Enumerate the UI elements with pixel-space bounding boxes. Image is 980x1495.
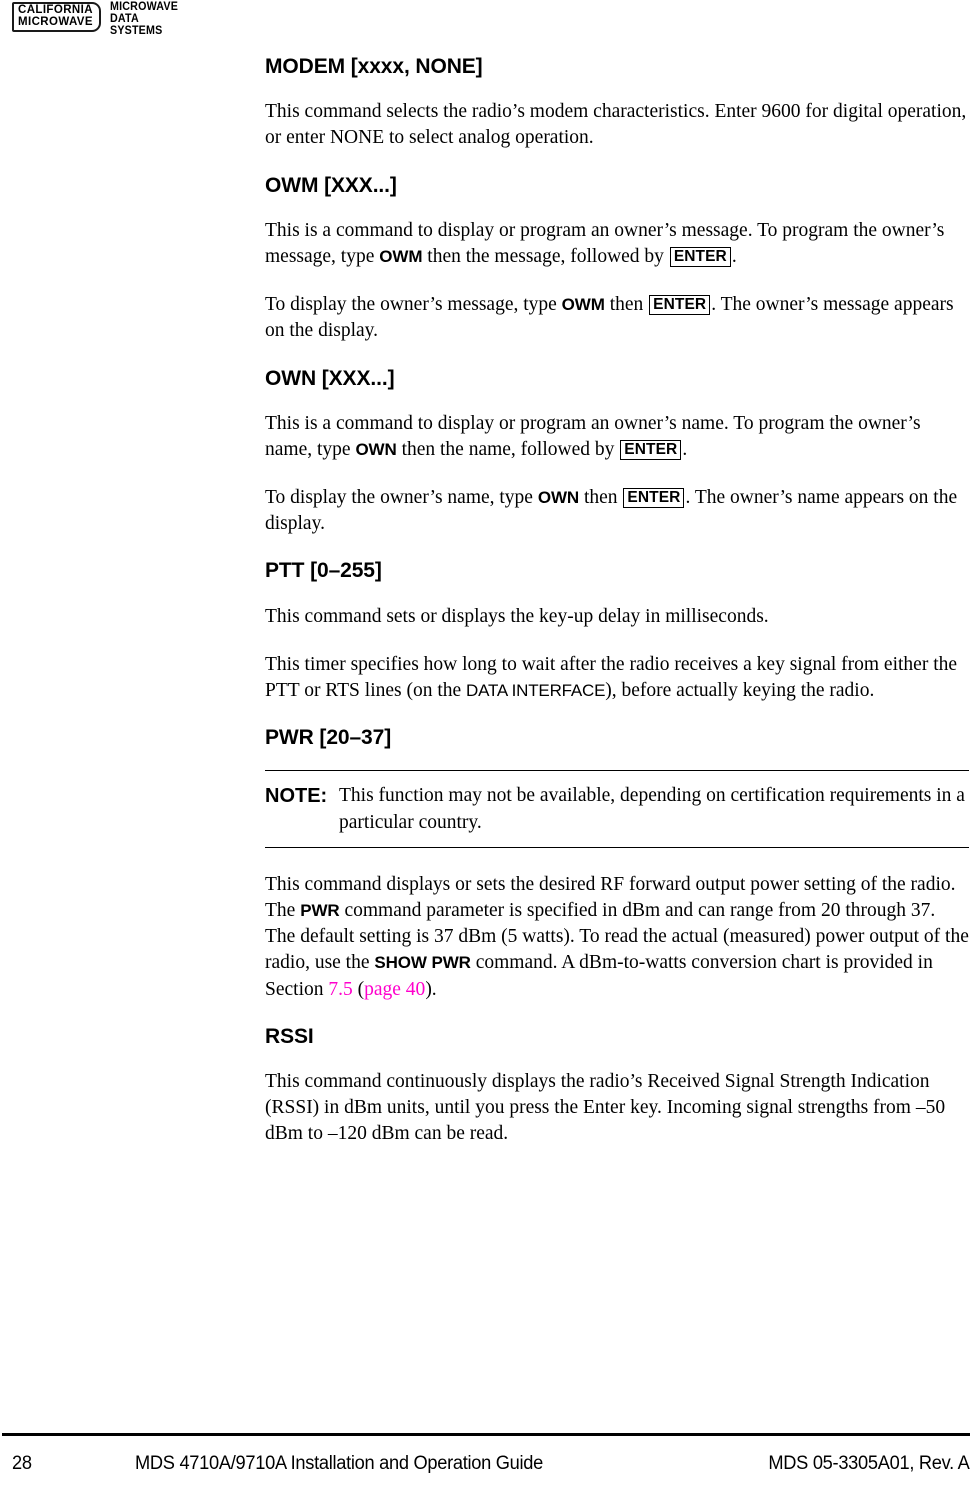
logo-box-line-2: MICROWAVE bbox=[18, 15, 93, 28]
paragraph-owm-1: This is a command to display or program … bbox=[265, 218, 969, 270]
footer-document-title: MDS 4710A/9710A Installation and Operati… bbox=[135, 1453, 544, 1474]
paragraph-owm-2: To display the owner’s message, type OWM… bbox=[265, 292, 969, 344]
command-show-pwr: SHOW PWR bbox=[374, 953, 471, 973]
section-heading-rssi: RSSI bbox=[265, 1024, 314, 1048]
keycap-enter: ENTER bbox=[669, 246, 731, 268]
page-header: CALIFORNIA MICROWAVE MICROWAVE DATA SYST… bbox=[0, 0, 980, 40]
keycap-enter: ENTER bbox=[620, 439, 682, 461]
note-rule-bottom bbox=[265, 846, 969, 848]
command-own: OWN bbox=[537, 488, 580, 508]
paragraph-pwr-1: This command displays or sets the desire… bbox=[265, 872, 969, 1003]
microwave-data-systems-wordmark: MICROWAVE DATA SYSTEMS bbox=[109, 1, 183, 38]
command-pwr: PWR bbox=[300, 900, 340, 920]
footer-row: 28 MDS 4710A/9710A Installation and Oper… bbox=[0, 1453, 980, 1483]
text-run: . bbox=[682, 438, 688, 460]
california-microwave-logo-box: CALIFORNIA MICROWAVE bbox=[12, 2, 101, 33]
section-heading-ptt: PTT [0–255] bbox=[265, 559, 382, 583]
section-heading-pwr: PWR [20–37] bbox=[265, 726, 392, 750]
logo-word-line-3: SYSTEMS bbox=[109, 24, 163, 37]
label-data-interface: DATA INTERFACE bbox=[466, 681, 606, 700]
paragraph-rssi-1: This command continuously displays the r… bbox=[265, 1069, 969, 1148]
section-heading-owm: OWM [XXX...] bbox=[265, 173, 397, 197]
text-run: then bbox=[579, 487, 623, 509]
paragraph-ptt-2: This timer specifies how long to wait af… bbox=[265, 652, 969, 704]
page-footer: 28 MDS 4710A/9710A Installation and Oper… bbox=[0, 1423, 980, 1495]
keycap-enter: ENTER bbox=[623, 488, 685, 509]
text-run: ). bbox=[425, 978, 437, 1000]
section-heading-modem: MODEM [xxxx, NONE] bbox=[265, 55, 483, 78]
command-owm: OWM bbox=[561, 295, 605, 315]
text-run: ( bbox=[352, 978, 365, 1000]
text-run: To display the owner’s name, type bbox=[265, 487, 538, 509]
footer-page-number: 28 bbox=[12, 1453, 32, 1474]
company-logo: CALIFORNIA MICROWAVE MICROWAVE DATA SYST… bbox=[12, 1, 183, 38]
note-body: NOTE: This function may not be available… bbox=[265, 771, 969, 846]
paragraph-ptt-1: This command sets or displays the key-up… bbox=[265, 604, 969, 630]
cross-reference-page-40[interactable]: page 40 bbox=[364, 979, 425, 1000]
text-run: This command selects the radio’s modem c… bbox=[265, 101, 967, 149]
text-run: ), before actually keying the radio. bbox=[605, 680, 875, 701]
keycap-enter: ENTER bbox=[649, 295, 711, 316]
command-owm: OWM bbox=[379, 246, 423, 266]
text-run: then the name, followed by bbox=[396, 438, 620, 460]
note-text: This function may not be available, depe… bbox=[339, 785, 965, 833]
text-run: This command continuously displays the r… bbox=[265, 1070, 946, 1145]
note-label: NOTE: bbox=[265, 785, 328, 808]
page-content: MODEM [xxxx, NONE] This command selects … bbox=[265, 55, 969, 1170]
paragraph-own-2: To display the owner’s name, type OWN th… bbox=[265, 485, 969, 537]
text-run: To display the owner’s message, type bbox=[265, 294, 562, 316]
footer-divider bbox=[2, 1433, 970, 1436]
cross-reference-section-7-5[interactable]: 7.5 bbox=[328, 979, 352, 1000]
text-run: This command sets or displays the key-up… bbox=[265, 605, 769, 627]
text-run: then the message, followed by bbox=[422, 245, 669, 267]
logo-box-line-1: CALIFORNIA bbox=[18, 4, 93, 16]
note-callout: NOTE: This function may not be available… bbox=[265, 770, 969, 848]
paragraph-own-1: This is a command to display or program … bbox=[265, 411, 969, 463]
footer-document-number: MDS 05-3305A01, Rev. A bbox=[768, 1453, 970, 1474]
text-run: . bbox=[731, 245, 737, 267]
section-heading-own: OWN [XXX...] bbox=[265, 366, 395, 390]
command-own: OWN bbox=[355, 439, 397, 459]
text-run: then bbox=[604, 294, 649, 316]
paragraph-modem-1: This command selects the radio’s modem c… bbox=[265, 99, 969, 151]
